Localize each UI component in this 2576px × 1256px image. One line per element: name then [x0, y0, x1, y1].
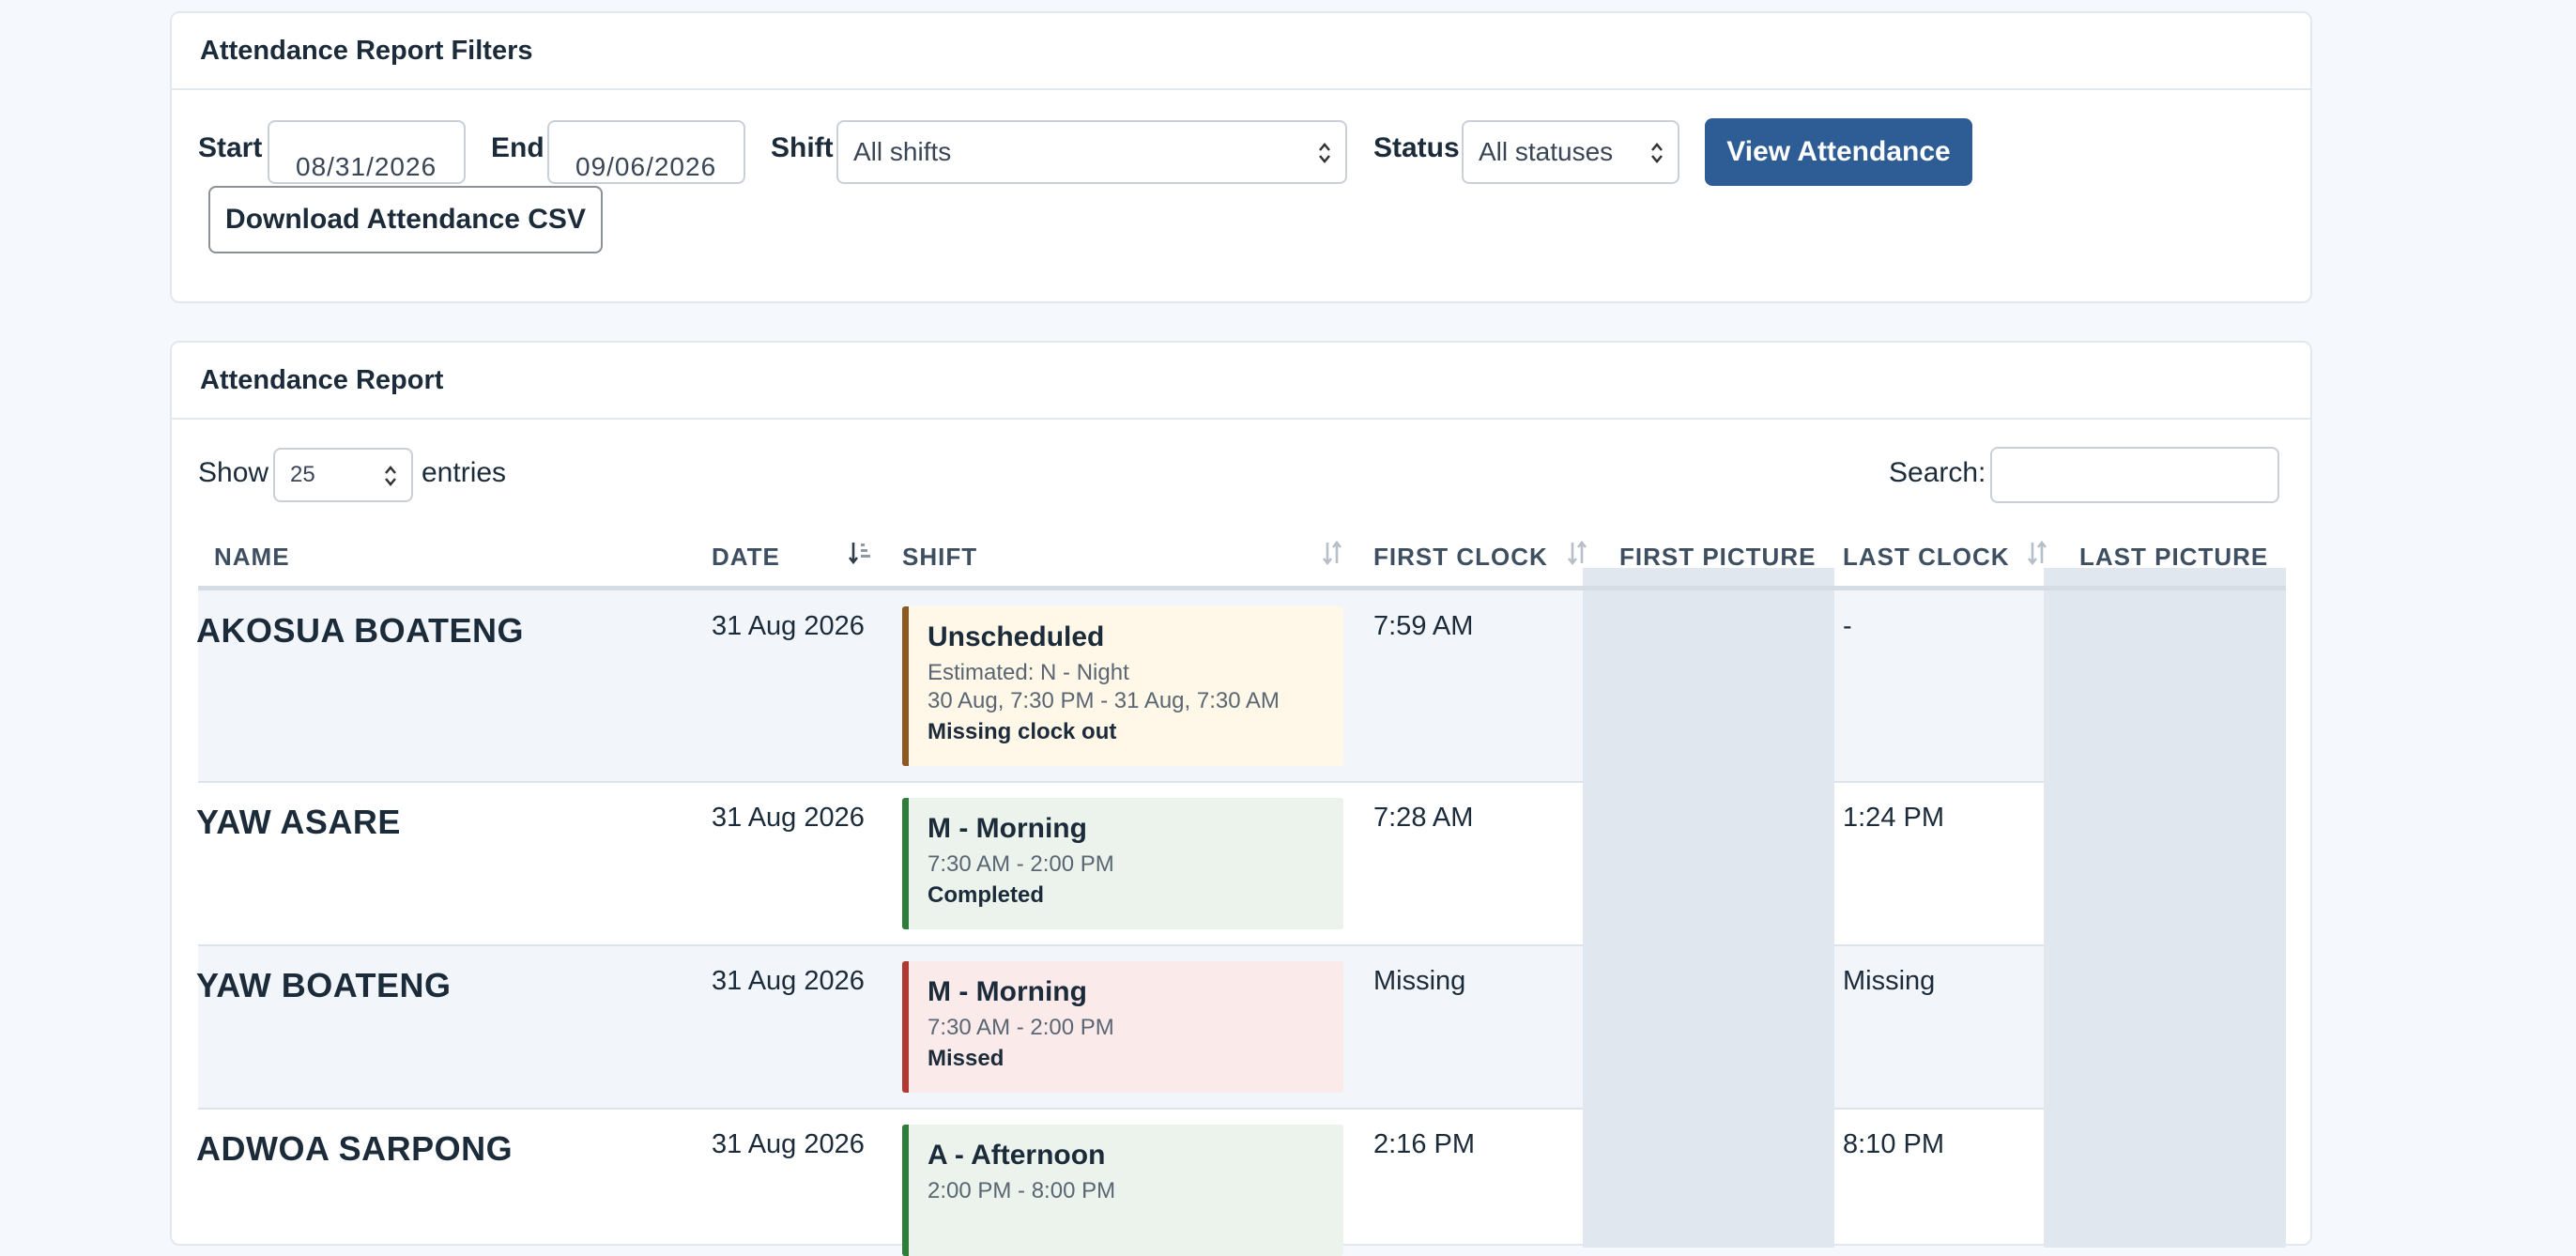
- shift-time-range: 7:30 AM - 2:00 PM: [928, 1015, 1114, 1040]
- row-divider: [198, 781, 2286, 783]
- entries-select[interactable]: 25: [273, 448, 413, 502]
- row-first-clock: 7:59 AM: [1373, 611, 1474, 641]
- col-header-first-clock[interactable]: FIRST CLOCK: [1373, 543, 1548, 572]
- row-last-clock: -: [1843, 611, 1852, 641]
- status-select[interactable]: All statuses: [1462, 120, 1679, 184]
- row-date: 31 Aug 2026: [712, 1129, 865, 1159]
- select-arrows-icon: [1651, 143, 1663, 163]
- shift-card: M - Morning 7:30 AM - 2:00 PM Missed: [902, 961, 1343, 1093]
- col-header-shift[interactable]: SHIFT: [902, 543, 977, 572]
- row-divider: [198, 1108, 2286, 1110]
- col-header-date[interactable]: DATE: [712, 543, 780, 572]
- row-name: AKOSUA BOATENG: [196, 611, 524, 650]
- row-date: 31 Aug 2026: [712, 803, 865, 833]
- row-date: 31 Aug 2026: [712, 611, 865, 641]
- row-name: YAW BOATENG: [196, 966, 452, 1004]
- start-date-input[interactable]: 08/31/2026: [268, 120, 466, 184]
- shift-status: Missed: [928, 1046, 1004, 1071]
- view-attendance-button[interactable]: View Attendance: [1705, 118, 1972, 186]
- sort-both-icon[interactable]: [1320, 539, 1344, 567]
- shift-select[interactable]: All shifts: [836, 120, 1347, 184]
- report-title: Attendance Report: [172, 343, 2310, 420]
- status-label: Status: [1373, 132, 1460, 163]
- select-arrows-icon: [385, 466, 396, 486]
- row-date: 31 Aug 2026: [712, 966, 865, 996]
- row-first-clock: 2:16 PM: [1373, 1129, 1475, 1159]
- sort-both-icon[interactable]: [2025, 539, 2049, 567]
- col-header-last-clock[interactable]: LAST CLOCK: [1843, 543, 2010, 572]
- status-select-value: All statuses: [1479, 137, 1614, 166]
- row-last-clock: 1:24 PM: [1843, 803, 1944, 833]
- row-first-clock: Missing: [1373, 966, 1466, 996]
- row-name: ADWOA SARPONG: [196, 1129, 514, 1168]
- entries-select-value: 25: [290, 462, 315, 487]
- entries-label: entries: [422, 457, 507, 488]
- row-name: YAW ASARE: [196, 803, 401, 841]
- shift-estimate: Estimated: N - Night: [928, 660, 1129, 685]
- show-label: Show: [198, 457, 269, 488]
- shift-title: Unscheduled: [928, 621, 1105, 652]
- start-label: Start: [198, 132, 263, 163]
- col-header-first-picture: FIRST PICTURE: [1619, 543, 1817, 571]
- end-label: End: [491, 132, 544, 163]
- last-picture-cell: [2044, 590, 2286, 1248]
- first-picture-cell: [1583, 590, 1834, 1248]
- end-date-input[interactable]: 09/06/2026: [547, 120, 745, 184]
- shift-time-range: 30 Aug, 7:30 PM - 31 Aug, 7:30 AM: [928, 688, 1280, 713]
- sort-ascending-icon[interactable]: [848, 539, 872, 567]
- shift-time-range: 2:00 PM - 8:00 PM: [928, 1178, 1116, 1203]
- search-label: Search:: [1889, 457, 1986, 488]
- shift-card: Unscheduled Estimated: N - Night 30 Aug,…: [902, 606, 1343, 766]
- filters-title: Attendance Report Filters: [172, 13, 2310, 90]
- shift-title: A - Afternoon: [928, 1140, 1106, 1171]
- col-header-last-picture: LAST PICTURE: [2079, 543, 2269, 571]
- shift-card: M - Morning 7:30 AM - 2:00 PM Completed: [902, 798, 1343, 929]
- shift-status: Completed: [928, 882, 1045, 908]
- row-last-clock: Missing: [1843, 966, 1936, 996]
- search-input[interactable]: [1990, 447, 2279, 503]
- shift-status: Missing clock out: [928, 719, 1117, 744]
- col-header-name[interactable]: NAME: [214, 543, 290, 572]
- sort-both-icon[interactable]: [1565, 539, 1589, 567]
- shift-title: M - Morning: [928, 813, 1087, 844]
- select-arrows-icon: [1319, 143, 1330, 163]
- download-csv-button[interactable]: Download Attendance CSV: [208, 186, 603, 253]
- shift-title: M - Morning: [928, 976, 1087, 1007]
- shift-card: A - Afternoon 2:00 PM - 8:00 PM: [902, 1125, 1343, 1256]
- shift-label: Shift: [771, 132, 834, 163]
- row-last-clock: 8:10 PM: [1843, 1129, 1944, 1159]
- shift-select-value: All shifts: [853, 137, 952, 166]
- row-first-clock: 7:28 AM: [1373, 803, 1474, 833]
- shift-time-range: 7:30 AM - 2:00 PM: [928, 851, 1114, 877]
